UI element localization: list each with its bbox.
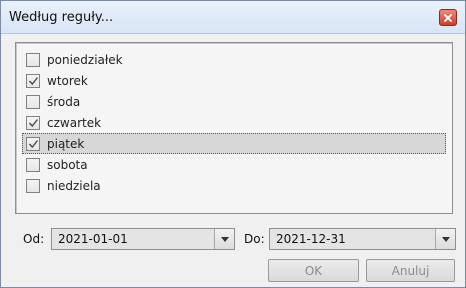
to-date-value: 2021-12-31 xyxy=(276,232,346,246)
chevron-down-icon xyxy=(441,236,450,242)
list-item-niedziela[interactable]: niedziela xyxy=(22,175,446,196)
checkbox-sroda[interactable] xyxy=(26,94,40,109)
checkmark-icon xyxy=(28,118,38,127)
from-date-combo[interactable]: 2021-01-01 xyxy=(51,228,235,250)
list-item-piatek[interactable]: piątek xyxy=(22,133,446,154)
cancel-button[interactable]: Anuluj xyxy=(366,259,455,282)
rule-dialog: Według reguły... poniedziałek wtorek śro… xyxy=(0,0,466,288)
checkbox-poniedzialek[interactable] xyxy=(26,52,40,67)
list-item-label: środa xyxy=(47,94,81,109)
from-label: Od: xyxy=(23,232,45,246)
checkbox-niedziela[interactable] xyxy=(26,178,40,193)
close-button[interactable] xyxy=(439,9,457,26)
checkbox-czwartek[interactable] xyxy=(26,115,40,130)
date-range-row: Od: 2021-01-01 Do: 2021-12-31 xyxy=(1,228,465,250)
close-icon xyxy=(444,13,452,22)
list-item-poniedzialek[interactable]: poniedziałek xyxy=(22,49,446,70)
dropdown-arrow-button[interactable] xyxy=(214,229,234,249)
to-label: Do: xyxy=(244,232,265,246)
list-item-czwartek[interactable]: czwartek xyxy=(22,112,446,133)
list-item-wtorek[interactable]: wtorek xyxy=(22,70,446,91)
checkmark-icon xyxy=(28,76,38,85)
list-item-label: poniedziałek xyxy=(47,52,123,67)
list-item-sobota[interactable]: sobota xyxy=(22,154,446,175)
list-item-label: sobota xyxy=(47,157,88,172)
ok-button[interactable]: OK xyxy=(268,259,359,282)
checkbox-wtorek[interactable] xyxy=(26,73,40,88)
weekday-list[interactable]: poniedziałek wtorek środa czwartek piąte… xyxy=(15,42,453,214)
to-date-combo[interactable]: 2021-12-31 xyxy=(269,228,456,250)
checkbox-piatek[interactable] xyxy=(26,136,40,151)
dialog-title: Według reguły... xyxy=(9,10,114,25)
title-bar[interactable]: Według reguły... xyxy=(1,1,465,34)
list-item-label: niedziela xyxy=(47,178,101,193)
chevron-down-icon xyxy=(220,236,229,242)
list-item-label: czwartek xyxy=(47,115,102,130)
checkbox-sobota[interactable] xyxy=(26,157,40,172)
list-item-label: wtorek xyxy=(47,73,88,88)
from-date-value: 2021-01-01 xyxy=(58,232,128,246)
checkmark-icon xyxy=(28,139,38,148)
dropdown-arrow-button[interactable] xyxy=(435,229,455,249)
list-item-sroda[interactable]: środa xyxy=(22,91,446,112)
list-item-label: piątek xyxy=(47,136,85,151)
